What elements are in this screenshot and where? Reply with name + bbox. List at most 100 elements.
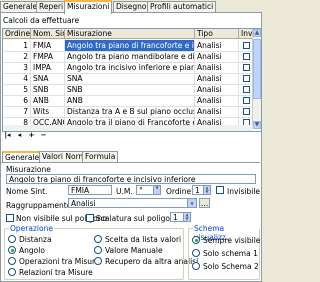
cell-misurazione[interactable]: Distanza tra A e B sul piano occlusale xyxy=(65,106,195,117)
ordine-label: Ordine xyxy=(166,187,192,196)
op-operazioni-tra-misure-radio[interactable] xyxy=(8,257,16,265)
raggruppamento-dropdown-arrow-icon[interactable]: ▼ xyxy=(188,198,197,208)
cell-misurazione[interactable]: Angolo tra incisivo inferiore e piano ma… xyxy=(65,62,195,73)
inv-checkbox[interactable] xyxy=(243,97,250,104)
cell-misurazione[interactable]: Angolo tra piano mandibolare e di franco… xyxy=(65,51,195,62)
tab-reperi[interactable]: Reperi xyxy=(36,1,67,12)
op-relazioni-tra-misure-label: Relazioni tra Misure xyxy=(19,268,93,277)
um-dropdown-arrow-icon[interactable]: ▼ xyxy=(154,185,161,195)
first-record-icon[interactable]: |◂ xyxy=(2,131,13,140)
cell-nome-sint[interactable]: IMPA xyxy=(31,62,65,73)
op-distanza-radio[interactable] xyxy=(8,235,16,243)
section-caption: Calcoli da effettuare xyxy=(3,16,80,25)
raggruppamento-select[interactable]: Analisi xyxy=(68,198,188,208)
cell-tipo[interactable]: Analisi xyxy=(195,106,239,117)
grid-navigator: |◂ ◂ + − xyxy=(2,131,68,140)
op-recupero-da-altra-analisi-radio[interactable] xyxy=(94,257,102,265)
add-record-icon[interactable]: + xyxy=(26,131,37,140)
op-scelta-da-lista-valori-label: Scelta da lista valori xyxy=(105,235,182,244)
cell-tipo[interactable]: Analisi xyxy=(195,95,239,106)
scroll-thumb[interactable] xyxy=(253,39,261,99)
um-label: U.M. xyxy=(116,187,133,196)
cell-nome-sint[interactable]: FMPA xyxy=(31,51,65,62)
tab-profili-automatici[interactable]: Profili automatici xyxy=(147,1,217,12)
cell-nome-sint[interactable]: Wits xyxy=(31,106,65,117)
cell-misurazione[interactable]: SNB xyxy=(65,84,195,95)
top-tab-bar: Generale Reperi Misurazioni Disegno Prof… xyxy=(0,0,262,14)
nome-sint-field[interactable]: FMIA xyxy=(68,185,112,195)
cell-tipo[interactable]: Analisi xyxy=(195,51,239,62)
tab-formula[interactable]: Formula xyxy=(82,151,119,162)
inv-checkbox[interactable] xyxy=(243,75,250,82)
col-header-misurazione[interactable]: Misurazione xyxy=(65,29,195,39)
col-header-tipo[interactable]: Tipo xyxy=(195,29,239,39)
op-angolo-radio[interactable] xyxy=(8,246,16,254)
scalatura-label: Scalatura sul poligono xyxy=(96,214,180,223)
inv-checkbox[interactable] xyxy=(243,53,250,60)
cell-misurazione[interactable]: ANB xyxy=(65,95,195,106)
inv-checkbox[interactable] xyxy=(243,108,250,115)
cell-tipo[interactable]: Analisi xyxy=(195,40,239,51)
raggruppamento-ellipsis-button[interactable]: … xyxy=(199,198,210,208)
measurements-grid: Ordine Nom. Sint. Misurazione Tipo Inv 1… xyxy=(2,28,262,132)
schema-sempre-visibile-radio[interactable] xyxy=(192,236,200,244)
cell-nome-sint[interactable]: ANB xyxy=(31,95,65,106)
nome-sint-label: Nome Sint. xyxy=(6,187,48,196)
cell-ordine[interactable]: 3 xyxy=(3,62,31,73)
cell-ordine[interactable]: 6 xyxy=(3,95,31,106)
cell-tipo[interactable]: Analisi xyxy=(195,84,239,95)
cell-nome-sint[interactable]: SNA xyxy=(31,73,65,84)
cell-misurazione[interactable]: SNA xyxy=(65,73,195,84)
col-header-inv[interactable]: Inv xyxy=(239,29,253,39)
cell-ordine[interactable]: 1 xyxy=(3,40,31,51)
invisibile-label: Invisibile xyxy=(227,187,261,196)
op-recupero-da-altra-analisi-label: Recupero da altra analisi xyxy=(105,257,199,266)
cell-ordine[interactable]: 7 xyxy=(3,106,31,117)
cell-ordine[interactable]: 2 xyxy=(3,51,31,62)
tab-misurazioni[interactable]: Misurazioni xyxy=(64,0,113,14)
invisibile-checkbox[interactable] xyxy=(216,186,224,194)
inv-checkbox[interactable] xyxy=(243,42,250,49)
operazione-title: Operazione xyxy=(9,224,54,233)
ordine-spinner[interactable]: ▲ ▼ xyxy=(204,185,211,195)
op-scelta-da-lista-valori-radio[interactable] xyxy=(94,235,102,243)
tab-disegno[interactable]: Disegno xyxy=(113,1,150,12)
op-angolo-label: Angolo xyxy=(19,246,45,255)
cell-tipo[interactable]: Analisi xyxy=(195,73,239,84)
inv-checkbox[interactable] xyxy=(243,86,250,93)
schema-solo-schema-1-label: Solo schema 1 xyxy=(203,249,258,258)
schema-solo-schema-2-label: Solo Schema 2 xyxy=(203,262,259,271)
delete-record-icon[interactable]: − xyxy=(38,131,49,140)
op-operazioni-tra-misure-label: Operazioni tra Misure xyxy=(19,257,100,266)
cell-tipo[interactable]: Analisi xyxy=(195,62,239,73)
grid-vertical-scrollbar[interactable]: ▲ ▼ xyxy=(252,29,261,129)
scalatura-field[interactable]: 1 xyxy=(170,212,184,222)
prev-record-icon[interactable]: ◂ xyxy=(14,131,25,140)
um-select[interactable]: ° xyxy=(136,185,154,195)
scroll-down-arrow-icon[interactable]: ▼ xyxy=(253,121,261,129)
inv-checkbox[interactable] xyxy=(243,64,250,71)
cell-ordine[interactable]: 5 xyxy=(3,84,31,95)
cell-ordine[interactable]: 4 xyxy=(3,73,31,84)
op-valore-manuale-label: Valore Manuale xyxy=(105,246,163,255)
tab-generale[interactable]: Generale xyxy=(0,1,41,12)
op-valore-manuale-radio[interactable] xyxy=(94,246,102,254)
cell-nome-sint[interactable]: SNB xyxy=(31,84,65,95)
col-header-ordine[interactable]: Ordine xyxy=(3,29,31,39)
op-relazioni-tra-misure-radio[interactable] xyxy=(8,268,16,276)
col-header-nom-sint[interactable]: Nom. Sint. xyxy=(31,29,65,39)
tab-divider xyxy=(1,162,260,163)
raggruppamento-label: Raggruppamento xyxy=(6,201,72,210)
op-distanza-label: Distanza xyxy=(19,235,52,244)
schema-solo-schema-2-radio[interactable] xyxy=(192,262,200,270)
schema-sempre-visibile-label: Sempre visibile xyxy=(203,236,261,245)
scroll-up-arrow-icon[interactable]: ▲ xyxy=(253,29,261,37)
scalatura-spinner[interactable]: ▲ ▼ xyxy=(184,212,191,222)
non-visibile-checkbox[interactable] xyxy=(6,214,14,222)
scalatura-checkbox[interactable] xyxy=(86,214,94,222)
cell-misurazione[interactable]: Angolo tra piano di francoforte e incisi… xyxy=(65,40,195,51)
cell-nome-sint[interactable]: FMIA xyxy=(31,40,65,51)
schema-solo-schema-1-radio[interactable] xyxy=(192,249,200,257)
misurazione-field[interactable]: Angolo tra piano di francoforte e incisi… xyxy=(6,174,256,184)
ordine-field[interactable]: 1 xyxy=(192,185,204,195)
